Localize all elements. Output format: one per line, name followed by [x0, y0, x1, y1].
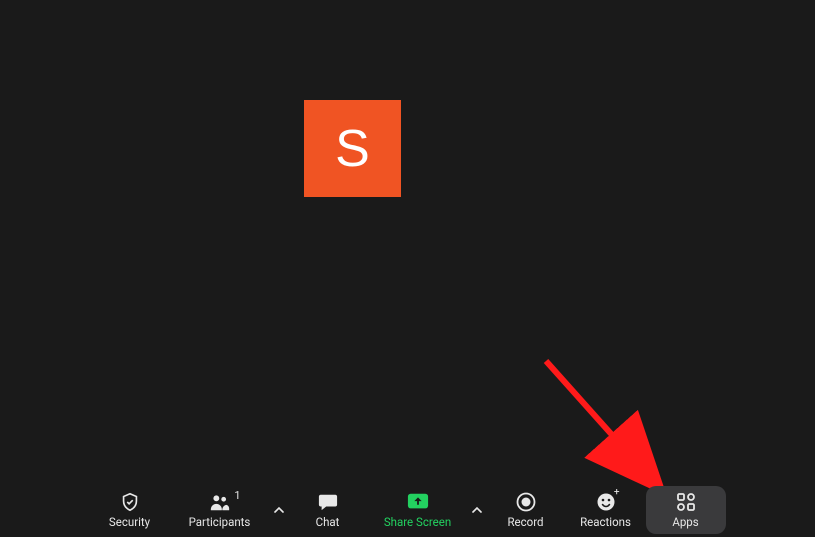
shield-icon	[119, 491, 141, 513]
apps-label: Apps	[672, 515, 698, 529]
reactions-label: Reactions	[580, 515, 631, 529]
participants-label: Participants	[189, 515, 251, 529]
plus-mini-icon: +	[614, 487, 620, 498]
share-screen-label: Share Screen	[384, 515, 451, 529]
avatar-tile: S	[304, 100, 401, 197]
people-icon: 1	[209, 491, 231, 513]
reactions-button[interactable]: + Reactions	[566, 486, 646, 534]
security-label: Security	[109, 515, 150, 529]
chat-icon	[317, 491, 339, 513]
toolbar-inner: Security 1 Participants	[90, 486, 726, 534]
smile-icon: +	[595, 491, 617, 513]
participants-count: 1	[234, 489, 240, 502]
participants-button[interactable]: 1 Participants	[170, 486, 270, 534]
meeting-toolbar: Security 1 Participants	[0, 482, 815, 537]
security-button[interactable]: Security	[90, 486, 170, 534]
apps-icon	[675, 491, 697, 513]
share-screen-icon	[407, 491, 429, 513]
record-label: Record	[507, 515, 543, 529]
chat-button[interactable]: Chat	[288, 486, 368, 534]
chevron-up-icon	[472, 505, 482, 515]
record-button[interactable]: Record	[486, 486, 566, 534]
record-icon	[515, 491, 537, 513]
chevron-up-icon	[274, 505, 284, 515]
avatar-initial: S	[335, 119, 370, 179]
apps-button[interactable]: Apps	[646, 486, 726, 534]
chat-label: Chat	[316, 515, 340, 529]
share-screen-button[interactable]: Share Screen	[368, 486, 468, 534]
meeting-stage: S Security	[0, 0, 815, 537]
share-options-button[interactable]	[468, 486, 486, 534]
participants-options-button[interactable]	[270, 486, 288, 534]
